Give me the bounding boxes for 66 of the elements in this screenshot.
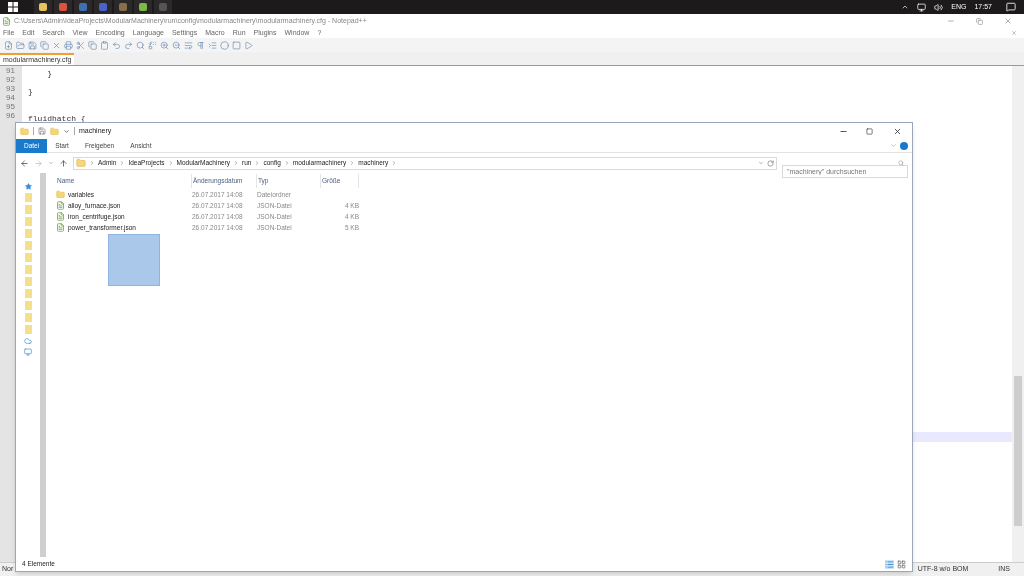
volume-icon[interactable]: [934, 2, 944, 12]
file-icon: [56, 223, 65, 232]
zoom-out-icon[interactable]: [172, 40, 181, 50]
new-file-icon[interactable]: [4, 40, 13, 50]
search-icon[interactable]: [136, 40, 145, 50]
code-line: }: [28, 87, 33, 96]
code-line: fluidhatch {: [28, 114, 86, 123]
save-icon[interactable]: [28, 40, 37, 50]
line-number: 92: [5, 75, 16, 84]
large-icons-view-icon[interactable]: [897, 559, 906, 569]
play-icon[interactable]: [244, 40, 253, 50]
forward-icon[interactable]: [34, 158, 43, 168]
close-document-icon[interactable]: [1011, 30, 1017, 36]
taskbar-app-icon[interactable]: [34, 0, 52, 14]
scrollbar-thumb[interactable]: [1014, 376, 1022, 526]
search-icon[interactable]: [898, 159, 904, 166]
file-icon: [56, 201, 65, 210]
chevron-icon[interactable]: [901, 3, 910, 11]
notepad-icon: [2, 16, 11, 26]
star-icon[interactable]: [24, 183, 32, 190]
pilcrow-icon[interactable]: [196, 40, 205, 50]
maximize-icon[interactable]: [866, 127, 873, 135]
wrap-icon[interactable]: [184, 40, 193, 50]
back-icon[interactable]: [20, 158, 29, 168]
line-number: 96: [5, 111, 16, 120]
code-line: }: [46, 69, 52, 78]
dropdown-icon[interactable]: [758, 160, 764, 166]
line-number: 94: [5, 93, 16, 102]
replace-icon[interactable]: [148, 40, 157, 50]
line-number: 93: [5, 84, 16, 93]
printer-icon[interactable]: [64, 40, 73, 50]
clipboard-icon[interactable]: [100, 40, 109, 50]
new-folder-icon[interactable]: [50, 126, 59, 136]
file-icon: [56, 212, 65, 221]
customize-toolbar-icon[interactable]: [63, 127, 70, 135]
cloud-icon[interactable]: [24, 337, 32, 345]
copy-icon[interactable]: [40, 40, 49, 50]
line-number: 91: [5, 66, 16, 75]
properties-icon[interactable]: [38, 127, 46, 135]
undo-icon[interactable]: [112, 40, 121, 50]
notification-icon[interactable]: [1006, 2, 1016, 12]
close-icon[interactable]: [893, 126, 902, 136]
network-icon[interactable]: [917, 2, 927, 12]
selection-rectangle: [108, 234, 160, 286]
recent-locations-icon[interactable]: [48, 160, 54, 166]
stop-icon[interactable]: [232, 40, 241, 50]
open-folder-icon[interactable]: [16, 40, 25, 50]
computer-icon[interactable]: [24, 348, 32, 356]
copy-icon[interactable]: [88, 40, 97, 50]
expand-ribbon-icon[interactable]: [890, 142, 897, 149]
line-number: 95: [5, 102, 16, 111]
vertical-scrollbar[interactable]: [1012, 66, 1024, 562]
taskbar-app-icon[interactable]: [54, 0, 72, 14]
help-icon[interactable]: [900, 141, 908, 150]
scissors-icon[interactable]: [76, 40, 85, 50]
restore-icon[interactable]: [976, 17, 983, 25]
zoom-in-icon[interactable]: [160, 40, 169, 50]
windows-logo-icon[interactable]: [8, 2, 18, 12]
taskbar-app-icon[interactable]: [134, 0, 152, 14]
details-view-icon[interactable]: [885, 559, 894, 569]
redo-icon[interactable]: [124, 40, 133, 50]
navigation-scrollbar[interactable]: [40, 173, 46, 557]
up-icon[interactable]: [59, 158, 68, 168]
record-icon[interactable]: [220, 40, 229, 50]
indent-icon[interactable]: [208, 40, 217, 50]
refresh-icon[interactable]: [767, 159, 774, 167]
